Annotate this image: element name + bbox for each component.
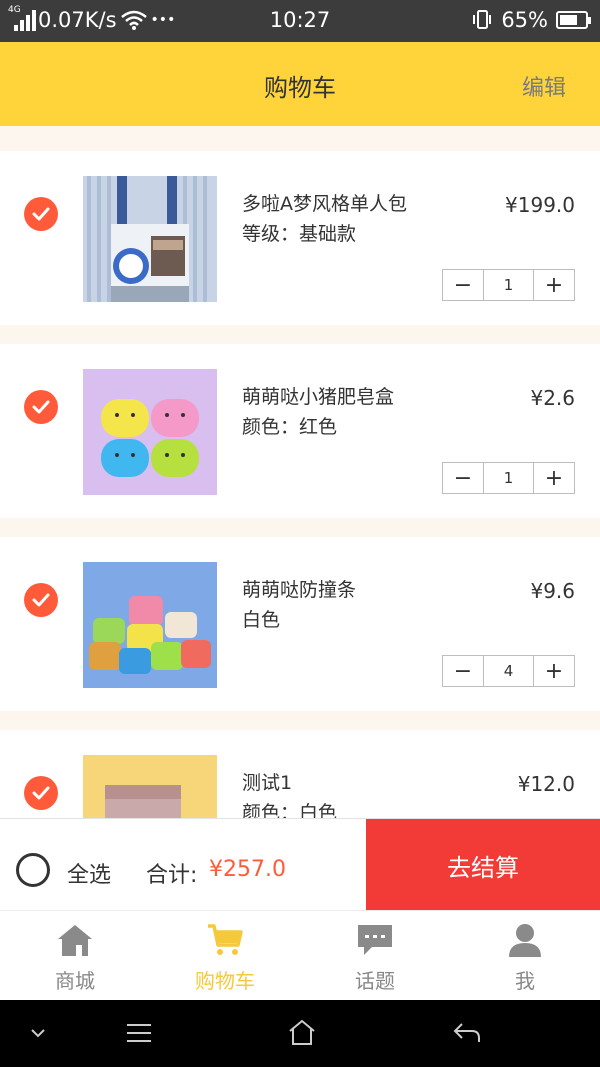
increase-button[interactable]: + xyxy=(534,656,574,686)
battery-icon xyxy=(556,11,591,29)
back-icon[interactable] xyxy=(452,1020,482,1044)
item-checkbox[interactable] xyxy=(24,583,58,617)
increase-button[interactable]: + xyxy=(534,463,574,493)
product-spec: 颜色：白色 xyxy=(242,802,338,818)
product-name: 多啦A梦风格单人包 xyxy=(242,193,407,215)
product-name: 萌萌哒小猪肥皂盒 xyxy=(242,386,395,408)
product-price: ¥9.6 xyxy=(530,579,575,603)
product-name: 测试1 xyxy=(242,772,293,794)
product-spec: 等级：基础款 xyxy=(242,223,357,245)
home-icon xyxy=(58,925,92,956)
total-amount: ¥257.0 xyxy=(209,857,286,882)
product-price: ¥2.6 xyxy=(530,386,575,410)
tab-me[interactable]: 我 xyxy=(450,911,600,1000)
product-name: 萌萌哒防撞条 xyxy=(242,579,357,601)
vibrate-icon xyxy=(473,10,492,29)
quantity-stepper: − 4 + xyxy=(442,655,575,687)
checkout-bar: 全选 合计: ¥257.0 去结算 xyxy=(0,818,600,911)
product-price: ¥12.0 xyxy=(517,772,575,796)
item-checkbox[interactable] xyxy=(24,776,58,810)
tab-label: 购物车 xyxy=(195,969,255,993)
product-image[interactable] xyxy=(83,562,217,688)
checkmark-icon xyxy=(32,207,50,221)
cart-list[interactable]: 多啦A梦风格单人包 等级：基础款 ¥199.0 − 1 + 萌萌哒小猪肥皂盒 颜… xyxy=(0,126,600,818)
product-image[interactable] xyxy=(83,176,217,302)
product-image[interactable] xyxy=(83,369,217,495)
tab-cart[interactable]: 购物车 xyxy=(150,911,300,1000)
checkmark-icon xyxy=(32,400,50,414)
page-title: 购物车 xyxy=(264,74,336,102)
cart-item: 多啦A梦风格单人包 等级：基础款 ¥199.0 − 1 + xyxy=(0,151,600,325)
chevron-down-icon[interactable] xyxy=(30,1028,46,1038)
tab-label: 话题 xyxy=(355,969,395,993)
product-spec: 白色 xyxy=(242,609,281,631)
select-all-label[interactable]: 全选 xyxy=(67,857,111,889)
chat-icon xyxy=(358,925,392,955)
user-icon xyxy=(509,924,541,957)
item-checkbox[interactable] xyxy=(24,197,58,231)
decrease-button[interactable]: − xyxy=(443,463,483,493)
product-spec: 颜色：红色 xyxy=(242,416,338,438)
system-nav-bar xyxy=(0,1000,600,1067)
product-image[interactable] xyxy=(83,755,217,818)
checkmark-icon xyxy=(32,593,50,607)
home-button-icon[interactable] xyxy=(287,1018,317,1046)
tab-label: 商城 xyxy=(55,969,95,993)
decrease-button[interactable]: − xyxy=(443,656,483,686)
battery-percent: 65% xyxy=(501,8,548,32)
tab-topics[interactable]: 话题 xyxy=(300,911,450,1000)
edit-button[interactable]: 编辑 xyxy=(522,70,566,102)
total-label: 合计: xyxy=(146,863,198,888)
item-checkbox[interactable] xyxy=(24,390,58,424)
quantity-stepper: − 1 + xyxy=(442,462,575,494)
select-all-checkbox[interactable] xyxy=(16,853,50,887)
bottom-tab-bar: 商城 购物车 话题 我 xyxy=(0,910,600,1000)
quantity-value[interactable]: 1 xyxy=(483,463,534,493)
checkout-button[interactable]: 去结算 xyxy=(366,819,600,911)
cart-item: 萌萌哒小猪肥皂盒 颜色：红色 ¥2.6 − 1 + xyxy=(0,344,600,518)
product-price: ¥199.0 xyxy=(505,193,575,217)
tab-mall[interactable]: 商城 xyxy=(0,911,150,1000)
status-bar: 4G 0.07K/s ••• 10:27 65% xyxy=(0,0,600,42)
tab-label: 我 xyxy=(515,969,535,993)
checkmark-icon xyxy=(32,786,50,800)
cart-item: 测试1 颜色：白色 ¥12.0 xyxy=(0,730,600,818)
decrease-button[interactable]: − xyxy=(443,270,483,300)
app-header: 购物车 编辑 xyxy=(0,42,600,126)
menu-icon[interactable] xyxy=(125,1022,153,1044)
cart-icon xyxy=(208,924,243,955)
cart-item: 萌萌哒防撞条 白色 ¥9.6 − 4 + xyxy=(0,537,600,711)
quantity-value[interactable]: 4 xyxy=(483,656,534,686)
quantity-stepper: − 1 + xyxy=(442,269,575,301)
increase-button[interactable]: + xyxy=(534,270,574,300)
quantity-value[interactable]: 1 xyxy=(483,270,534,300)
